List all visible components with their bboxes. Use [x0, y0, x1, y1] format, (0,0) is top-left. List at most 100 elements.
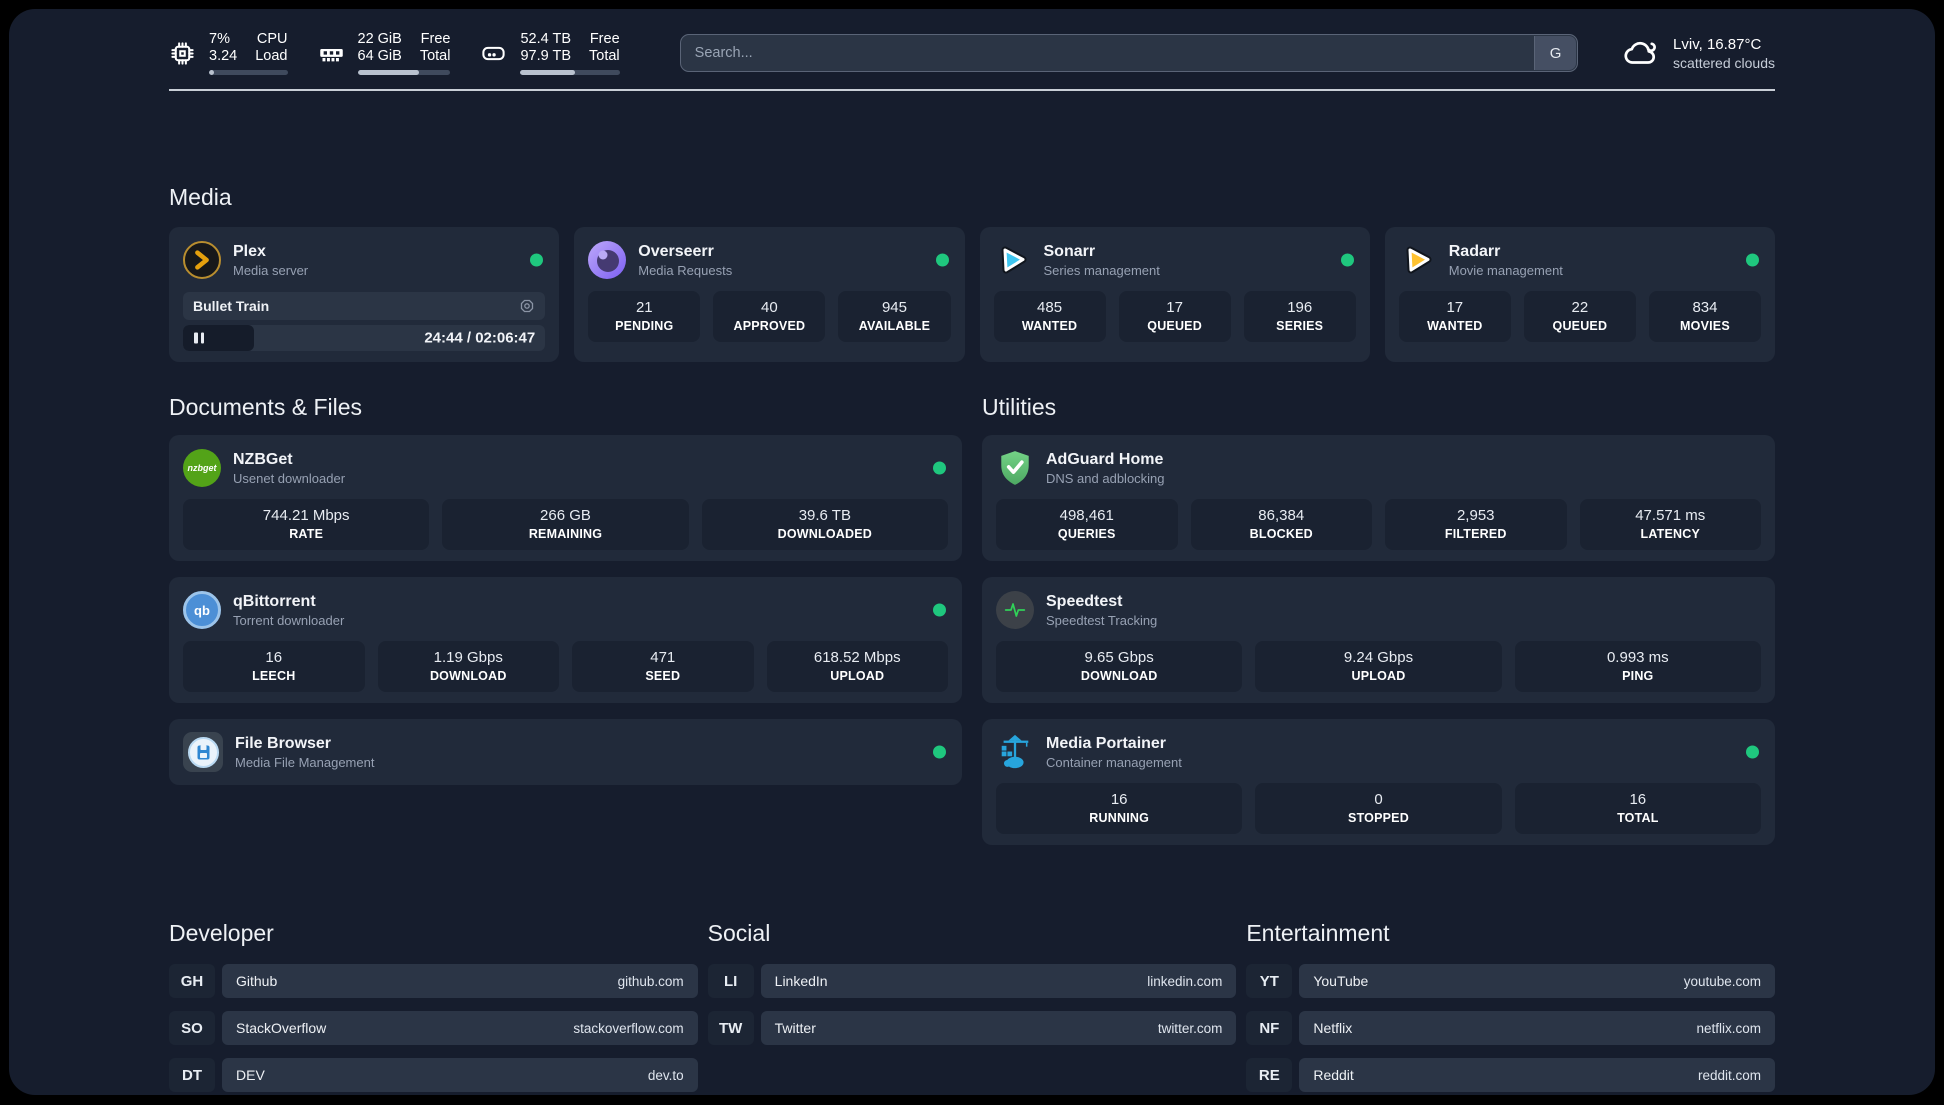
stat-wanted: 17WANTED	[1399, 291, 1511, 342]
app-name: qBittorrent	[233, 592, 344, 612]
nzbget-icon: nzbget	[183, 449, 221, 487]
link-url: twitter.com	[1158, 1021, 1223, 1036]
dashboard-panel: 7%CPU 3.24Load 22 GiBFree 64 GiBTotal	[9, 9, 1935, 1095]
app-desc: Speedtest Tracking	[1046, 612, 1157, 629]
link-youtube[interactable]: YT YouTube youtube.com	[1246, 964, 1775, 998]
card-qbittorrent[interactable]: qb qBittorrent Torrent downloader 16LEEC…	[169, 577, 962, 703]
portainer-icon	[996, 733, 1034, 771]
link-name: Twitter	[775, 1020, 816, 1036]
stat-wanted: 485WANTED	[994, 291, 1106, 342]
link-github[interactable]: GH Githubgithub.com	[169, 964, 698, 998]
stat-movies: 834MOVIES	[1649, 291, 1761, 342]
pause-button[interactable]	[194, 333, 204, 344]
link-abbr: SO	[169, 1011, 215, 1045]
status-dot	[530, 254, 543, 267]
stat-stopped: 0STOPPED	[1255, 783, 1501, 834]
stat-download: 1.19 GbpsDOWNLOAD	[378, 641, 560, 692]
memory-stat: 22 GiBFree 64 GiBTotal	[318, 31, 451, 75]
section-documents: Documents & Files nzbget NZBGet Usenet d…	[169, 393, 962, 861]
section-media: Media Plex Media server Bullet Train	[169, 183, 1775, 362]
card-sonarr[interactable]: Sonarr Series management 485WANTED 17QUE…	[980, 227, 1370, 362]
app-name: Overseerr	[638, 242, 732, 262]
app-name: File Browser	[235, 734, 374, 754]
link-url: netflix.com	[1696, 1021, 1761, 1036]
app-desc: Movie management	[1449, 262, 1563, 279]
status-dot	[936, 254, 949, 267]
link-abbr: DT	[169, 1058, 215, 1092]
card-overseerr[interactable]: Overseerr Media Requests 21PENDING 40APP…	[574, 227, 964, 362]
link-abbr: YT	[1246, 964, 1292, 998]
stat-approved: 40APPROVED	[713, 291, 825, 342]
app-name: Sonarr	[1044, 242, 1160, 262]
link-abbr: RE	[1246, 1058, 1292, 1092]
stat-queries: 498,461QUERIES	[996, 499, 1178, 550]
link-dev-to[interactable]: DT DEVdev.to	[169, 1058, 698, 1092]
status-dot	[933, 604, 946, 617]
link-name: YouTube	[1313, 973, 1368, 989]
card-radarr[interactable]: Radarr Movie management 17WANTED 22QUEUE…	[1385, 227, 1775, 362]
link-reddit[interactable]: RE Reddit reddit.com	[1246, 1058, 1775, 1092]
app-name: Speedtest	[1046, 592, 1157, 612]
stat-available: 945AVAILABLE	[838, 291, 950, 342]
stat-upload: 9.24 GbpsUPLOAD	[1255, 641, 1501, 692]
card-portainer[interactable]: Media Portainer Container management 16R…	[982, 719, 1775, 845]
weather-widget: Lviv, 16.87°C scattered clouds	[1622, 34, 1775, 72]
link-url: linkedin.com	[1147, 974, 1222, 989]
stat-remaining: 266 GBREMAINING	[442, 499, 688, 550]
stat-seed: 471SEED	[572, 641, 754, 692]
stat-upload: 618.52 MbpsUPLOAD	[767, 641, 949, 692]
overseerr-icon	[588, 241, 626, 279]
disk-free-value: 52.4 TB	[520, 31, 571, 48]
link-netflix[interactable]: NF Netflixnetflix.com	[1246, 1011, 1775, 1045]
card-adguard[interactable]: AdGuard Home DNS and adblocking 498,461Q…	[982, 435, 1775, 561]
stat-running: 16RUNNING	[996, 783, 1242, 834]
link-url: reddit.com	[1698, 1068, 1761, 1083]
stat-queued: 22QUEUED	[1524, 291, 1636, 342]
app-desc: Media server	[233, 262, 308, 279]
video-camera-icon	[519, 298, 535, 314]
weather-location-temp: Lviv, 16.87°C	[1673, 35, 1775, 54]
adguard-icon	[996, 449, 1034, 487]
app-desc: Media File Management	[235, 754, 374, 771]
link-abbr: LI	[708, 964, 754, 998]
app-desc: Series management	[1044, 262, 1160, 279]
section-entertainment: Entertainment YT YouTube youtube.com NF N…	[1246, 919, 1775, 1105]
app-name: Radarr	[1449, 242, 1563, 262]
section-social: Social LI LinkedInlinkedin.com TW Twitte…	[708, 919, 1237, 1105]
card-filebrowser[interactable]: File Browser Media File Management	[169, 719, 962, 785]
card-speedtest[interactable]: Speedtest Speedtest Tracking 9.65 GbpsDO…	[982, 577, 1775, 703]
app-name: Plex	[233, 242, 308, 262]
weather-condition: scattered clouds	[1673, 54, 1775, 72]
card-plex[interactable]: Plex Media server Bullet Train 24:44 / 0…	[169, 227, 559, 362]
stat-leech: 16LEECH	[183, 641, 365, 692]
card-nzbget[interactable]: nzbget NZBGet Usenet downloader 744.21 M…	[169, 435, 962, 561]
link-name: DEV	[236, 1067, 265, 1083]
link-url: youtube.com	[1684, 974, 1761, 989]
media-section-title: Media	[169, 183, 1775, 211]
link-twitter[interactable]: TW Twittertwitter.com	[708, 1011, 1237, 1045]
entertainment-section-title: Entertainment	[1246, 919, 1775, 947]
disk-progress-bar	[520, 70, 619, 75]
link-stackoverflow[interactable]: SO StackOverflowstackoverflow.com	[169, 1011, 698, 1045]
link-abbr: NF	[1246, 1011, 1292, 1045]
disk-total-label: Total	[589, 48, 620, 65]
search-input[interactable]	[680, 34, 1578, 72]
link-linkedin[interactable]: LI LinkedInlinkedin.com	[708, 964, 1237, 998]
memory-free-value: 22 GiB	[358, 31, 402, 48]
stat-rate: 744.21 MbpsRATE	[183, 499, 429, 550]
cloud-icon	[1622, 34, 1660, 72]
filebrowser-icon	[183, 732, 223, 772]
app-name: AdGuard Home	[1046, 450, 1165, 470]
stat-series: 196SERIES	[1244, 291, 1356, 342]
plex-icon	[183, 241, 221, 279]
memory-total-label: Total	[420, 48, 451, 65]
link-name: StackOverflow	[236, 1020, 326, 1036]
disk-icon	[480, 40, 507, 67]
cpu-usage-value: 7%	[209, 31, 230, 48]
playback-progress-bar: 24:44 / 02:06:47	[183, 325, 545, 351]
app-name: NZBGet	[233, 450, 345, 470]
search-engine-button[interactable]: G	[1534, 36, 1576, 70]
stat-blocked: 86,384BLOCKED	[1191, 499, 1373, 550]
stat-queued: 17QUEUED	[1119, 291, 1231, 342]
link-name: Reddit	[1313, 1067, 1353, 1083]
